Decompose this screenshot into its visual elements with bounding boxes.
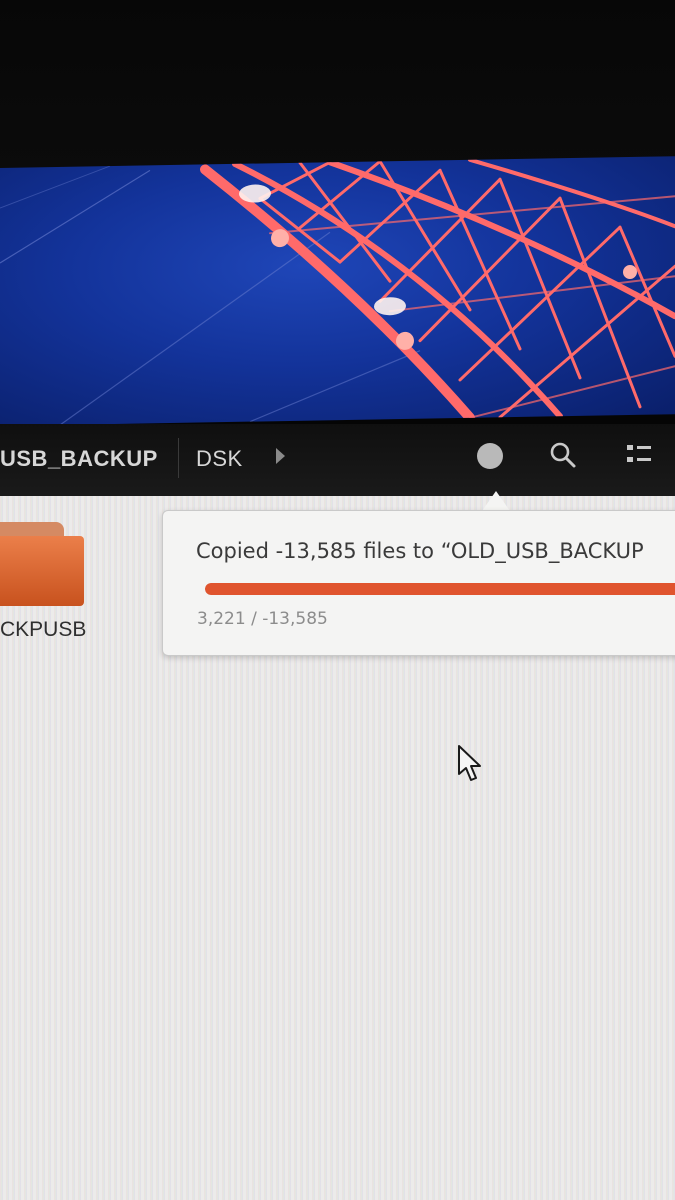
folder-icon[interactable]: [0, 522, 84, 606]
chevron-right-icon[interactable]: [276, 448, 285, 464]
operation-detail: 3,221 / -13,585: [197, 609, 328, 629]
pathbar-segment-dsk[interactable]: DSK: [196, 446, 243, 472]
folder-body: [0, 536, 84, 606]
mouse-pointer-icon: [457, 744, 483, 784]
folder-label[interactable]: CKPUSB: [0, 618, 86, 642]
operation-progress-bar: [205, 583, 675, 595]
search-icon[interactable]: [548, 440, 578, 470]
file-operations-progress-icon[interactable]: [477, 443, 503, 469]
desktop-wallpaper: [0, 156, 675, 426]
popover-pointer: [482, 491, 510, 511]
view-options-icon[interactable]: [624, 440, 654, 470]
operation-progress-fill: [205, 583, 675, 595]
pathbar-current-folder[interactable]: USB_BACKUP: [0, 446, 158, 472]
screen: USB_BACKUP DSK CKPUSB Copied -13,585 fil…: [0, 0, 675, 1200]
monitor-bezel: [0, 0, 675, 170]
pathbar-divider: [178, 438, 179, 478]
file-operations-popover: Copied -13,585 files to “OLD_USB_BACKUP …: [162, 510, 675, 656]
operation-title: Copied -13,585 files to “OLD_USB_BACKUP: [196, 539, 644, 563]
